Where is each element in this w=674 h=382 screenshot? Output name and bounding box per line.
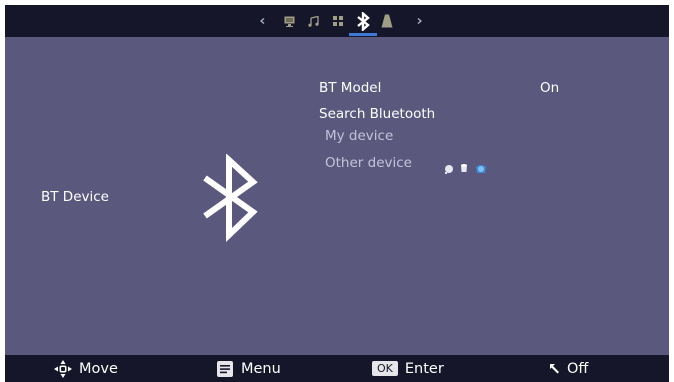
dpad-icon [53,359,73,379]
picture-icon[interactable] [281,5,297,37]
back-icon [549,363,561,375]
right-arrow-icon[interactable] [414,5,424,37]
lock-icon[interactable] [379,5,395,37]
page-title: BT Device [41,189,109,205]
move-label: Move [79,360,118,377]
menu-icon [217,360,233,377]
tv-settings-screen: BT Device BT Model On Search Bluetooth M… [5,5,669,382]
enter-hint: OK Enter [372,355,444,382]
sound-icon[interactable] [305,5,321,37]
off-hint: Off [549,355,588,382]
my-device-item[interactable]: My device [325,128,393,144]
top-tab-bar [5,5,669,37]
menu-hint: Menu [217,355,281,382]
ok-key: OK [372,361,398,376]
bluetooth-icon [195,153,270,243]
bt-model-label[interactable]: BT Model [319,80,381,96]
other-device-item[interactable]: Other device [325,155,412,171]
selected-tab-underline [349,33,377,36]
search-bluetooth-item[interactable]: Search Bluetooth [319,106,435,122]
bt-model-value[interactable]: On [540,80,559,96]
move-hint: Move [53,355,118,382]
left-arrow-icon[interactable] [257,5,267,37]
searching-indicator-icon [443,160,493,174]
apps-icon[interactable] [330,5,346,37]
enter-label: Enter [404,360,444,377]
menu-label: Menu [241,360,281,377]
bottom-hint-bar: Move Menu OK Enter Off [5,355,669,382]
off-label: Off [567,360,589,377]
